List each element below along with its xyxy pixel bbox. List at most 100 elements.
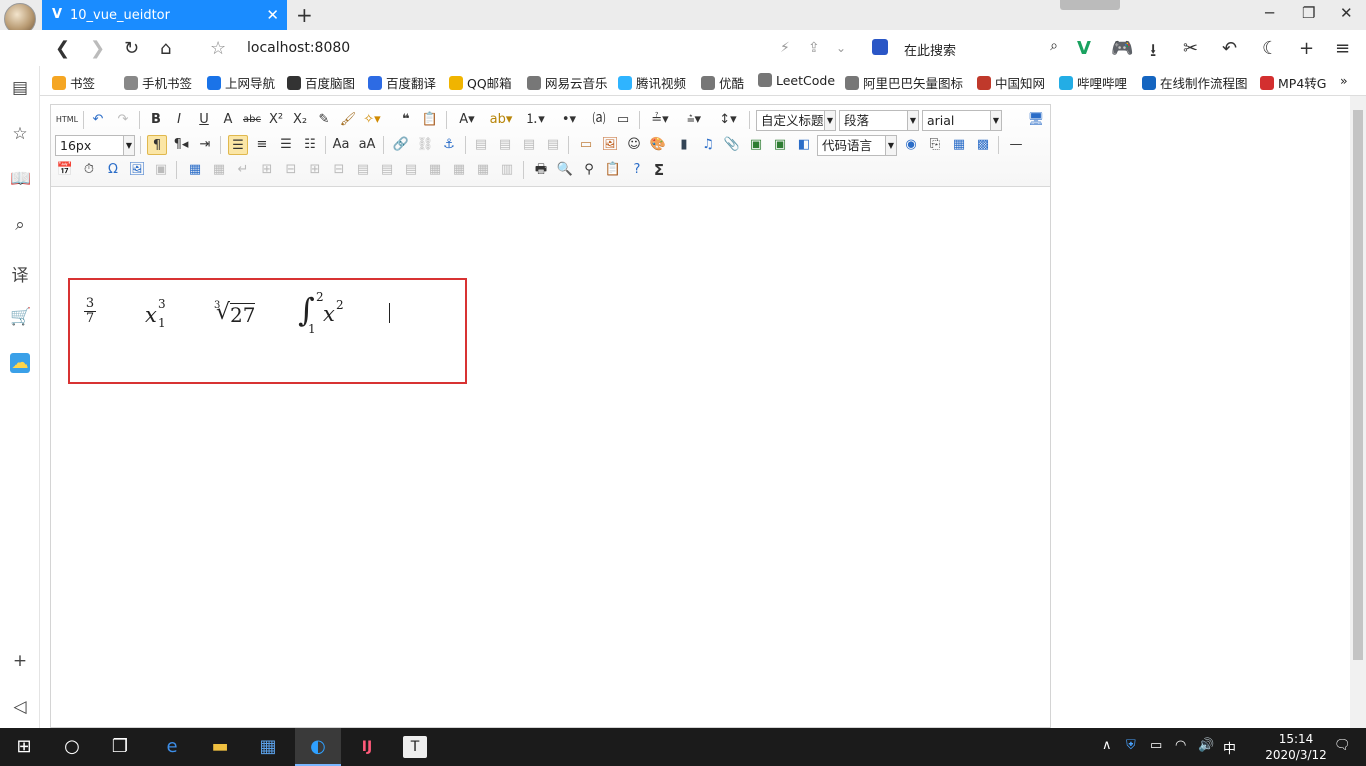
insert-frame-icon[interactable]: ◧	[794, 135, 814, 155]
cortana-icon[interactable]: ○	[60, 736, 84, 758]
url-field[interactable]: localhost:8080	[247, 40, 350, 56]
drafts-icon[interactable]: 📋	[603, 160, 623, 180]
row-spacing-bottom-button[interactable]: ⩮▾	[680, 110, 708, 130]
notification-icon[interactable]: 🗨	[1334, 738, 1351, 753]
gamepad-icon[interactable]: 🎮	[1111, 38, 1133, 59]
menu-icon[interactable]: ≡	[1335, 38, 1350, 59]
formula-icon[interactable]: Σ	[649, 160, 669, 180]
snapscreen-icon[interactable]: ▣	[151, 160, 171, 180]
strikethrough-button[interactable]: abc	[242, 110, 262, 130]
undo-button[interactable]: ↶	[88, 110, 108, 130]
windows-start-icon[interactable]: ⊞	[12, 736, 36, 758]
custom-style-select[interactable]: 自定义标题 ▼	[756, 110, 836, 131]
special-chars-icon[interactable]: Ω	[103, 160, 123, 180]
insert-paragraph-before-table-icon[interactable]: ↵	[233, 160, 253, 180]
paragraph-select[interactable]: 段落 ▼	[839, 110, 919, 131]
bookmark-item[interactable]: 在线制作流程图	[1142, 73, 1248, 92]
undo-icon[interactable]: ↶	[1222, 38, 1237, 59]
merge-down-icon[interactable]: ▤	[401, 160, 421, 180]
bookmark-item[interactable]: 阿里巴巴矢量图标	[845, 73, 963, 92]
source-button[interactable]: HTML	[55, 110, 79, 130]
search-box[interactable]: 在此搜索 ⌕	[870, 37, 1060, 59]
bookmark-item[interactable]: QQ邮箱	[449, 73, 512, 92]
delete-col-icon[interactable]: ⊟	[329, 160, 349, 180]
translate-sidebar-icon[interactable]: 译	[10, 261, 30, 286]
image-none-icon[interactable]: ▤	[471, 135, 491, 155]
edge-icon[interactable]: e	[160, 736, 184, 758]
bookmark-item[interactable]: 哔哩哔哩	[1059, 73, 1127, 92]
subscript-button[interactable]: X₂	[290, 110, 310, 130]
forward-button[interactable]: ❯	[90, 38, 105, 59]
font-border-button[interactable]: A	[218, 110, 238, 130]
image-center-icon[interactable]: ▤	[543, 135, 563, 155]
map-icon[interactable]: ▣	[746, 135, 766, 155]
page-scrollbar[interactable]	[1350, 96, 1366, 728]
unlink-icon[interactable]: ⛓	[415, 135, 435, 155]
volume-icon[interactable]: 🔊	[1198, 738, 1214, 753]
maximize-button[interactable]: ❐	[1302, 4, 1315, 22]
minimize-button[interactable]: ─	[1265, 4, 1274, 22]
reading-list-icon[interactable]: ▤	[10, 78, 30, 98]
bookmark-item[interactable]: 腾讯视频	[618, 73, 686, 92]
search-input[interactable]: 在此搜索	[904, 40, 956, 59]
font-size-select[interactable]: 16px ▼	[55, 135, 135, 156]
time-icon[interactable]: ⏱	[79, 160, 99, 180]
justify-button[interactable]: ☷	[300, 135, 320, 155]
scissors-icon[interactable]: ✂	[1183, 38, 1198, 59]
editor-body[interactable]: 3 7 x 3 1 3 √ 27 ∫ 2 1 x 2	[51, 187, 1050, 727]
split-to-cells-icon[interactable]: ▦	[425, 160, 445, 180]
clear-doc-icon[interactable]: ▭	[613, 110, 633, 130]
chevron-down-icon[interactable]: ⌄	[836, 41, 846, 55]
touppercase-icon[interactable]: Aa	[331, 135, 351, 155]
merge-cells-icon[interactable]: ▤	[353, 160, 373, 180]
anchor-icon[interactable]: ⚓	[439, 135, 459, 155]
bookmark-item[interactable]: 百度脑图	[287, 73, 355, 92]
web-app-icon[interactable]: ◉	[901, 135, 921, 155]
print-icon[interactable]: 🖶	[531, 160, 551, 180]
vue-devtools-icon[interactable]: V	[1077, 38, 1091, 59]
font-family-select[interactable]: arial ▼	[922, 110, 1002, 131]
intellij-icon[interactable]: IJ	[355, 736, 379, 758]
close-tab-icon[interactable]: ✕	[266, 6, 279, 24]
add-icon[interactable]: +	[1299, 38, 1314, 59]
integral-formula[interactable]: ∫ 2 1 x 2	[298, 290, 358, 336]
share-icon[interactable]: ⇪	[808, 40, 820, 56]
gmap-icon[interactable]: ▣	[770, 135, 790, 155]
scrawl-icon[interactable]: 🎨	[648, 135, 668, 155]
bookmark-item[interactable]: 网易云音乐	[527, 73, 608, 92]
image-left-icon[interactable]: ▤	[495, 135, 515, 155]
unordered-list-button[interactable]: •▾	[555, 110, 583, 130]
eraser-icon[interactable]: ✎	[314, 110, 334, 130]
help-icon[interactable]: ?	[627, 160, 647, 180]
clock[interactable]: 15:14 2020/3/12	[1262, 731, 1330, 763]
italic-button[interactable]: I	[169, 110, 189, 130]
search-replace-icon[interactable]: ⚲	[579, 160, 599, 180]
delete-table-icon[interactable]: ▦	[209, 160, 229, 180]
image-right-icon[interactable]: ▤	[519, 135, 539, 155]
subsup-formula[interactable]: x 3 1	[145, 297, 175, 330]
underline-button[interactable]: U	[194, 110, 214, 130]
typora-icon[interactable]: T	[403, 736, 427, 758]
bold-button[interactable]: B	[146, 110, 166, 130]
back-button[interactable]: ❮	[55, 38, 70, 59]
insert-col-icon[interactable]: ⊞	[305, 160, 325, 180]
split-to-rows-icon[interactable]: ▦	[449, 160, 469, 180]
new-tab-button[interactable]: +	[296, 3, 313, 27]
link-icon[interactable]: 🔗	[391, 135, 411, 155]
security-shield-icon[interactable]: ⛨	[1126, 738, 1136, 753]
template-icon[interactable]: ▦	[949, 135, 969, 155]
align-center-button[interactable]: ≡	[252, 135, 272, 155]
background-icon[interactable]: ▩	[973, 135, 993, 155]
preview-icon[interactable]: 🔍	[555, 160, 575, 180]
insert-video-icon[interactable]: ▮	[674, 135, 694, 155]
insert-image-icon[interactable]: 🖼	[600, 135, 620, 155]
blockquote-icon[interactable]: ❝	[396, 110, 416, 130]
root-formula[interactable]: 3 √ 27	[213, 300, 256, 330]
bookmark-item[interactable]: 优酷	[701, 73, 744, 92]
task-view-icon[interactable]: ❐	[108, 736, 132, 758]
format-brush-icon[interactable]: 🖌	[338, 110, 358, 130]
store-icon[interactable]: ▦	[256, 736, 280, 758]
reload-button[interactable]: ↻	[124, 38, 139, 59]
insert-row-icon[interactable]: ⊞	[257, 160, 277, 180]
align-left-button[interactable]: ☰	[228, 135, 248, 155]
